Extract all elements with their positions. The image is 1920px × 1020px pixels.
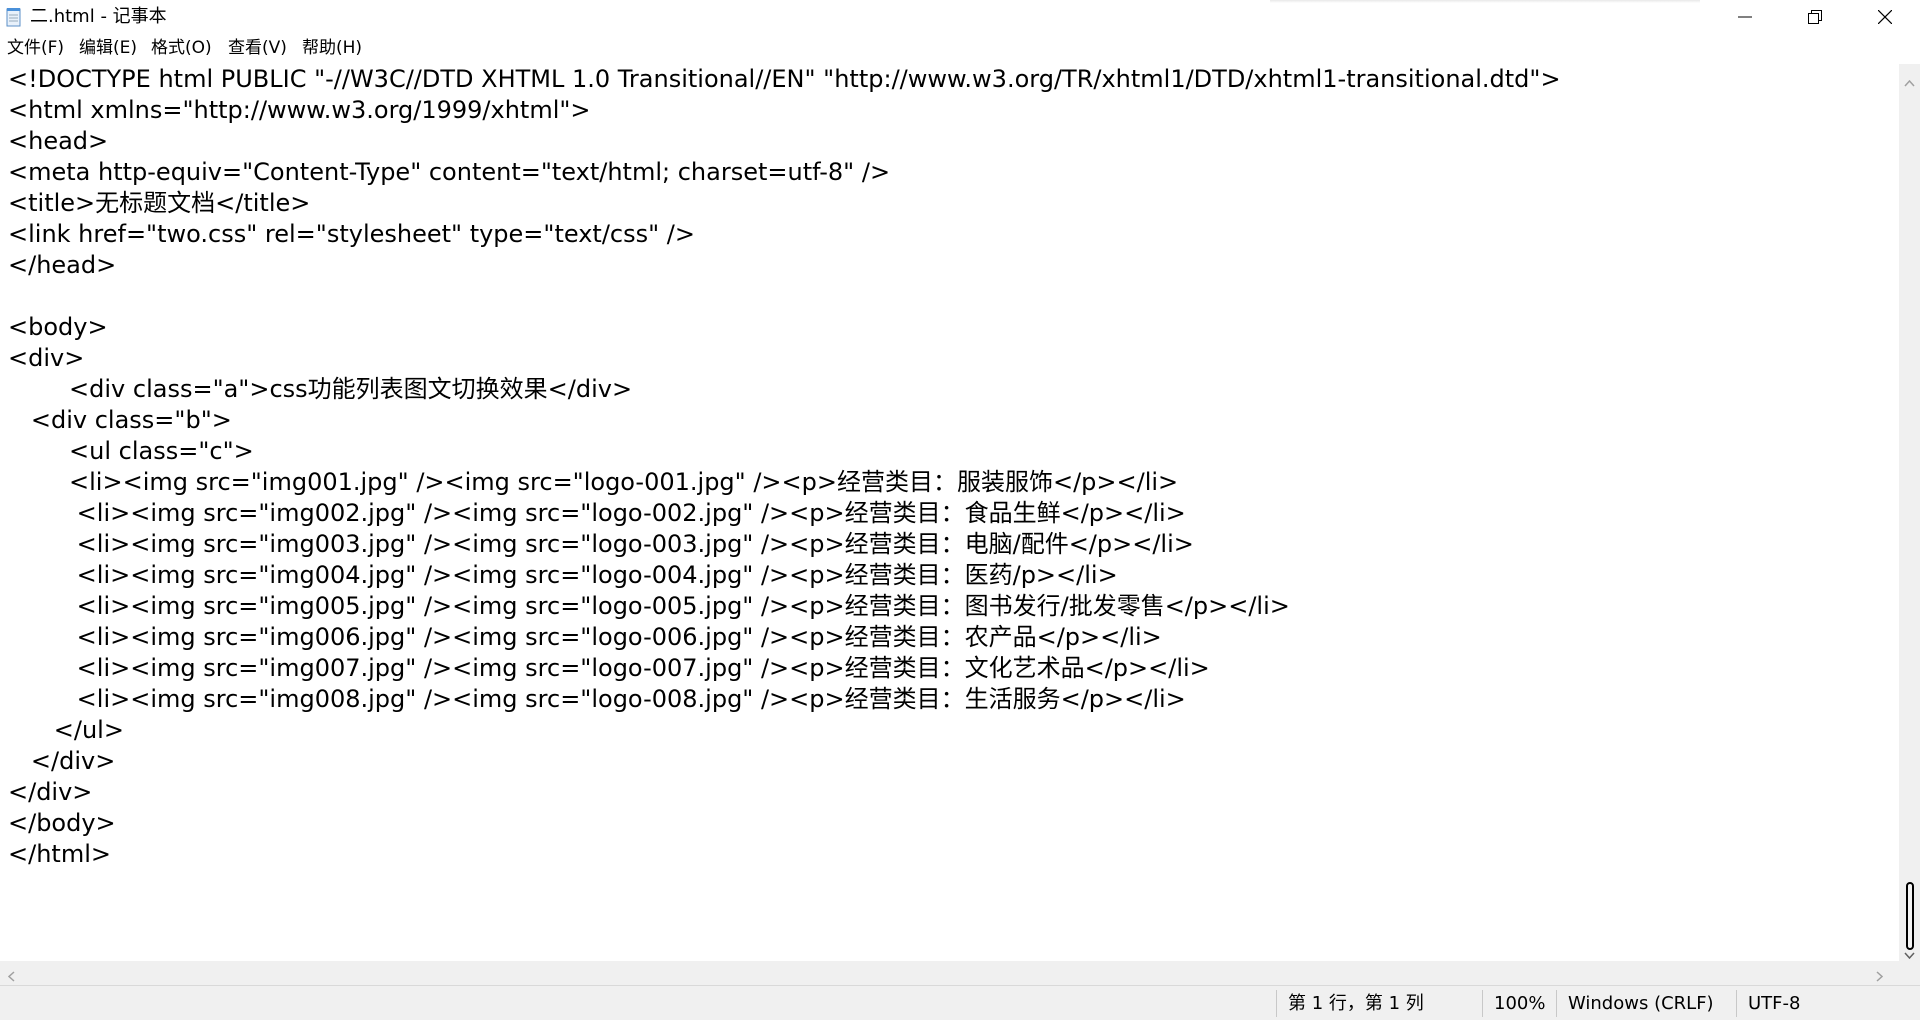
restore-icon xyxy=(1808,10,1822,24)
editor-line: </div> xyxy=(8,778,93,806)
editor-line: </div> xyxy=(8,747,116,775)
scrollbar-corner xyxy=(1899,961,1920,985)
editor-line: <li><img src="img003.jpg" /><img src="lo… xyxy=(8,530,1194,558)
menu-bar: 文件(F) 编辑(E) 格式(O) 查看(V) 帮助(H) xyxy=(0,34,1920,62)
notepad-icon xyxy=(6,7,22,27)
window-title: 二.html - 记事本 xyxy=(30,6,167,27)
editor-line: <!DOCTYPE html PUBLIC "-//W3C//DTD XHTML… xyxy=(8,65,1561,93)
title-shadow xyxy=(1270,0,1700,3)
editor-line: <li><img src="img005.jpg" /><img src="lo… xyxy=(8,592,1290,620)
editor-line: <ul class="c"> xyxy=(8,437,254,465)
editor-line: </html> xyxy=(8,840,111,868)
close-button[interactable] xyxy=(1850,0,1920,34)
editor-line: <html xmlns="http://www.w3.org/1999/xhtm… xyxy=(8,96,591,124)
editor-line: <link href="two.css" rel="stylesheet" ty… xyxy=(8,220,695,248)
scroll-right-arrow-icon[interactable] xyxy=(1876,967,1884,986)
status-separator xyxy=(1556,990,1557,1017)
zoom-level: 100% xyxy=(1494,993,1546,1014)
menu-help[interactable]: 帮助(H) xyxy=(302,37,362,59)
editor-line: </ul> xyxy=(8,716,124,744)
editor-line: <meta http-equiv="Content-Type" content=… xyxy=(8,158,891,186)
editor-line: <body> xyxy=(8,313,108,341)
editor-line: <li><img src="img008.jpg" /><img src="lo… xyxy=(8,685,1186,713)
editor-line: <div class="b"> xyxy=(8,406,232,434)
scroll-up-arrow-icon[interactable] xyxy=(1904,72,1915,91)
minimize-icon xyxy=(1738,16,1752,18)
cursor-position: 第 1 行，第 1 列 xyxy=(1288,993,1424,1014)
notepad-window: 二.html - 记事本 文件(F) 编辑(E) 格式(O) 查看(V) 帮助(… xyxy=(0,0,1920,1020)
editor-line: <li><img src="img002.jpg" /><img src="lo… xyxy=(8,499,1186,527)
menu-view[interactable]: 查看(V) xyxy=(228,37,287,59)
menu-file[interactable]: 文件(F) xyxy=(7,37,64,59)
menu-format[interactable]: 格式(O) xyxy=(151,37,212,59)
editor-line: <li><img src="img001.jpg" /><img src="lo… xyxy=(8,468,1179,496)
menu-edit[interactable]: 编辑(E) xyxy=(79,37,137,59)
status-bar: 第 1 行，第 1 列 100% Windows (CRLF) UTF-8 xyxy=(0,985,1920,1020)
editor-line: </head> xyxy=(8,251,117,279)
horizontal-scrollbar[interactable] xyxy=(0,961,1899,985)
file-encoding: UTF-8 xyxy=(1748,993,1801,1014)
restore-button[interactable] xyxy=(1780,0,1850,34)
editor-line: <li><img src="img004.jpg" /><img src="lo… xyxy=(8,561,1118,589)
minimize-button[interactable] xyxy=(1710,0,1780,34)
editor-line: <li><img src="img007.jpg" /><img src="lo… xyxy=(8,654,1210,682)
scroll-left-arrow-icon[interactable] xyxy=(7,967,15,986)
vertical-scrollbar[interactable] xyxy=(1899,64,1920,961)
editor-line: <div> xyxy=(8,344,85,372)
title-bar[interactable]: 二.html - 记事本 xyxy=(0,0,1920,34)
close-icon xyxy=(1878,10,1892,24)
editor-line: <title>无标题文档</title> xyxy=(8,189,311,217)
text-editor[interactable]: <!DOCTYPE html PUBLIC "-//W3C//DTD XHTML… xyxy=(0,64,1899,961)
editor-line: </body> xyxy=(8,809,116,837)
status-separator xyxy=(1482,990,1483,1017)
editor-line: <head> xyxy=(8,127,109,155)
status-separator xyxy=(1736,990,1737,1017)
editor-line: <div class="a">css功能列表图文切换效果</div> xyxy=(8,375,633,403)
line-ending: Windows (CRLF) xyxy=(1568,993,1714,1014)
vertical-scroll-thumb[interactable] xyxy=(1906,882,1914,950)
editor-line: <li><img src="img006.jpg" /><img src="lo… xyxy=(8,623,1162,651)
status-separator xyxy=(1276,990,1277,1017)
